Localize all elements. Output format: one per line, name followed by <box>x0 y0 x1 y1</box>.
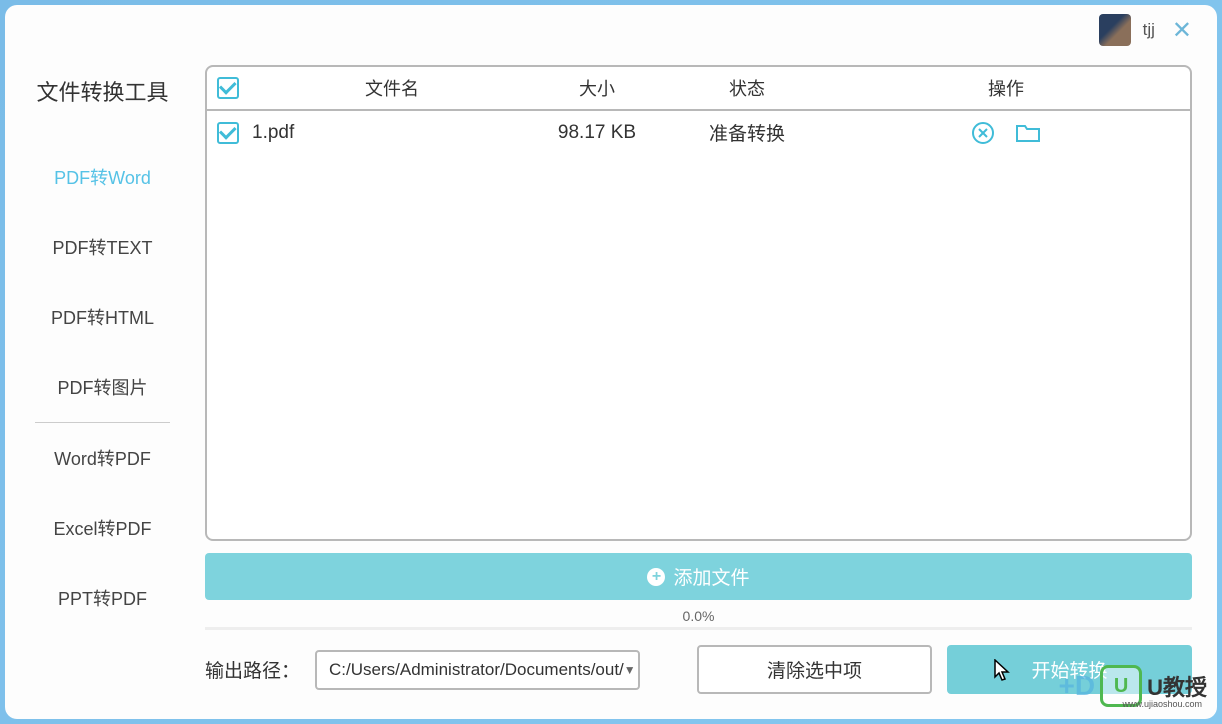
output-path-label: 输出路径： <box>205 656 300 683</box>
header-size: 大小 <box>532 75 662 101</box>
nav-pdf-to-text[interactable]: PDF转TEXT <box>5 212 200 282</box>
row-status: 准备转换 <box>662 119 832 146</box>
output-path-select[interactable]: C:/Users/Administrator/Documents/out/ ▼ <box>315 650 640 690</box>
start-convert-button[interactable]: 开始转换 <box>947 645 1192 694</box>
remove-icon[interactable] <box>971 121 995 145</box>
username: tjj <box>1143 20 1155 40</box>
app-title: 文件转换工具 <box>5 75 200 107</box>
sidebar: 文件转换工具 PDF转Word PDF转TEXT PDF转HTML PDF转图片… <box>5 55 200 719</box>
close-icon[interactable]: ✕ <box>1167 16 1197 45</box>
clear-selection-button[interactable]: 清除选中项 <box>697 645 932 694</box>
progress-row: 0.0% <box>205 608 1192 630</box>
nav-ppt-to-pdf[interactable]: PPT转PDF <box>5 563 200 633</box>
nav-excel-to-pdf[interactable]: Excel转PDF <box>5 493 200 563</box>
folder-icon[interactable] <box>1015 121 1041 145</box>
plus-icon: + <box>647 568 665 586</box>
progress-text: 0.0% <box>683 608 715 624</box>
chevron-down-icon: ▼ <box>624 663 636 677</box>
output-path-value: C:/Users/Administrator/Documents/out/ <box>329 660 624 680</box>
nav-pdf-to-html[interactable]: PDF转HTML <box>5 282 200 352</box>
content-area: 文件名 大小 状态 操作 1.pdf 98.17 KB 准备转换 <box>200 55 1217 719</box>
add-file-label: 添加文件 <box>673 563 749 590</box>
app-window: tjj ✕ 文件转换工具 PDF转Word PDF转TEXT PDF转HTML … <box>5 5 1217 719</box>
nav-word-to-pdf[interactable]: Word转PDF <box>5 423 200 493</box>
titlebar: tjj ✕ <box>5 5 1217 55</box>
header-action: 操作 <box>832 75 1180 101</box>
nav-pdf-to-word[interactable]: PDF转Word <box>5 142 200 212</box>
row-size: 98.17 KB <box>532 122 662 144</box>
nav-pdf-to-image[interactable]: PDF转图片 <box>5 352 200 422</box>
file-list: 文件名 大小 状态 操作 1.pdf 98.17 KB 准备转换 <box>205 65 1192 541</box>
avatar[interactable] <box>1099 14 1131 46</box>
header-status: 状态 <box>662 75 832 101</box>
list-header: 文件名 大小 状态 操作 <box>207 67 1190 111</box>
main-content: 文件转换工具 PDF转Word PDF转TEXT PDF转HTML PDF转图片… <box>5 55 1217 719</box>
row-checkbox[interactable] <box>217 122 239 144</box>
bottom-row: 输出路径： C:/Users/Administrator/Documents/o… <box>205 645 1192 694</box>
add-file-button[interactable]: + 添加文件 <box>205 553 1192 600</box>
progress-bar <box>205 627 1192 630</box>
table-row: 1.pdf 98.17 KB 准备转换 <box>207 111 1190 154</box>
select-all-checkbox[interactable] <box>217 77 239 99</box>
header-filename: 文件名 <box>252 75 532 101</box>
row-filename: 1.pdf <box>252 122 532 144</box>
